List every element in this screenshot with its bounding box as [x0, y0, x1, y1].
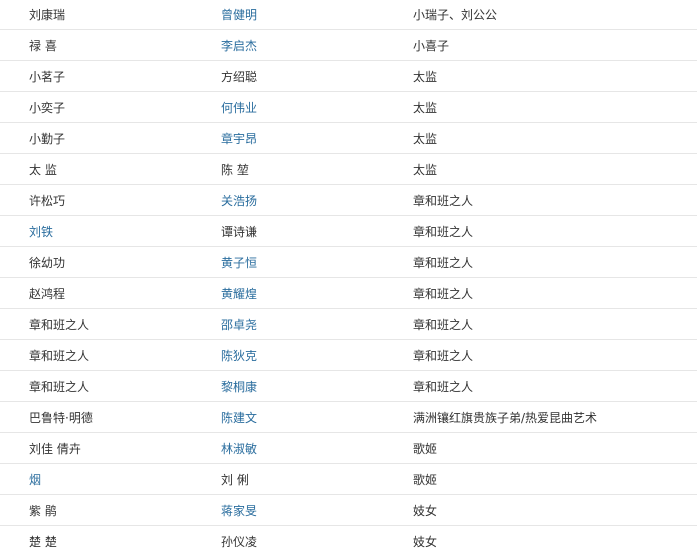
role-name: 禄 喜 — [29, 38, 57, 53]
table-row: 巴鲁特·明德 陈建文 满洲镶红旗贵族子弟/热爱昆曲艺术 — [0, 402, 697, 433]
role-description: 章和班之人 — [413, 255, 474, 270]
role-description: 歌姬 — [413, 441, 438, 456]
role-name: 刘康瑞 — [29, 8, 66, 22]
actor-name-link[interactable]: 邵卓尧 — [221, 309, 401, 339]
role-name: 小勤子 — [29, 131, 66, 146]
table-row: 章和班之人 陈狄克 章和班之人 — [0, 340, 697, 371]
actor-name-link[interactable]: 陈狄克 — [221, 340, 401, 370]
role-name: 章和班之人 — [29, 317, 90, 332]
actor-name-link[interactable]: 林淑敏 — [221, 433, 401, 463]
role-name: 小奕子 — [29, 100, 66, 115]
table-row: 章和班之人 邵卓尧 章和班之人 — [0, 309, 697, 340]
table-row: 许松巧 关浩扬 章和班之人 — [0, 185, 697, 216]
role-name: 刘佳 倩卉 — [29, 441, 81, 456]
table-row: 刘康瑞 曾健明 小瑞子、刘公公 — [0, 0, 697, 30]
role-description: 章和班之人 — [413, 224, 474, 239]
actor-name: 刘 俐 — [221, 472, 249, 487]
role-name: 章和班之人 — [29, 348, 90, 363]
actor-name-link[interactable]: 黎桐康 — [221, 371, 401, 401]
actor-name: 陈 堃 — [221, 162, 249, 177]
actor-name-link[interactable]: 陈建文 — [221, 402, 401, 432]
actor-name: 谭诗谦 — [221, 224, 258, 239]
actor-name-link[interactable]: 章宇昂 — [221, 123, 401, 153]
actor-name-link[interactable]: 关浩扬 — [221, 185, 401, 215]
role-description: 太监 — [413, 131, 438, 146]
actor-name-link[interactable]: 曾健明 — [221, 0, 401, 29]
actor-name-link[interactable]: 黄耀煌 — [221, 278, 401, 308]
actor-name: 孙仪凌 — [221, 535, 258, 549]
actor-name: 方绍聪 — [221, 69, 258, 84]
role-name: 徐幼功 — [29, 255, 66, 270]
role-name-link[interactable]: 烟 — [29, 464, 209, 494]
table-row: 徐幼功 黄子恒 章和班之人 — [0, 247, 697, 278]
table-row: 楚 楚 孙仪凌 妓女 — [0, 526, 697, 557]
actor-name-link[interactable]: 黄子恒 — [221, 247, 401, 277]
role-description: 妓女 — [413, 503, 438, 518]
table-row: 太 监 陈 堃 太监 — [0, 154, 697, 185]
actor-name-link[interactable]: 李启杰 — [221, 30, 401, 60]
role-name: 巴鲁特·明德 — [29, 410, 93, 425]
role-name: 紫 鹃 — [29, 503, 57, 518]
role-name: 赵鸿程 — [29, 286, 66, 301]
role-name: 楚 楚 — [29, 535, 57, 549]
role-description: 章和班之人 — [413, 317, 474, 332]
role-description: 章和班之人 — [413, 286, 474, 301]
role-description: 太监 — [413, 100, 438, 115]
table-row: 小勤子 章宇昂 太监 — [0, 123, 697, 154]
role-name-link[interactable]: 刘铁 — [29, 216, 209, 246]
table-row: 刘佳 倩卉 林淑敏 歌姬 — [0, 433, 697, 464]
table-row: 赵鸿程 黄耀煌 章和班之人 — [0, 278, 697, 309]
role-name: 小茗子 — [29, 69, 66, 84]
role-description: 妓女 — [413, 535, 438, 549]
table-row: 禄 喜 李启杰 小喜子 — [0, 30, 697, 61]
role-description: 章和班之人 — [413, 348, 474, 363]
role-description: 太监 — [413, 69, 438, 84]
role-description: 章和班之人 — [413, 193, 474, 208]
actor-name-link[interactable]: 蒋家旻 — [221, 495, 401, 525]
role-name: 许松巧 — [29, 193, 66, 208]
table-row: 章和班之人 黎桐康 章和班之人 — [0, 371, 697, 402]
role-name: 章和班之人 — [29, 379, 90, 394]
role-description: 章和班之人 — [413, 379, 474, 394]
table-row: 刘铁 谭诗谦 章和班之人 — [0, 216, 697, 247]
role-description: 小喜子 — [413, 38, 450, 53]
table-row: 紫 鹃 蒋家旻 妓女 — [0, 495, 697, 526]
cast-table: 刘康瑞 曾健明 小瑞子、刘公公禄 喜李启杰 小喜子 小茗子 方绍聪 太监 小奕子 何伟业 太监 小勤… — [0, 0, 697, 557]
table-row: 烟刘 俐 歌姬 — [0, 464, 697, 495]
role-description: 太监 — [413, 162, 438, 177]
role-description: 小瑞子、刘公公 — [413, 8, 498, 22]
role-description: 歌姬 — [413, 472, 438, 487]
table-row: 小奕子 何伟业 太监 — [0, 92, 697, 123]
actor-name-link[interactable]: 何伟业 — [221, 92, 401, 122]
role-description: 满洲镶红旗贵族子弟/热爱昆曲艺术 — [413, 410, 598, 425]
table-row: 小茗子 方绍聪 太监 — [0, 61, 697, 92]
role-name: 太 监 — [29, 162, 57, 177]
